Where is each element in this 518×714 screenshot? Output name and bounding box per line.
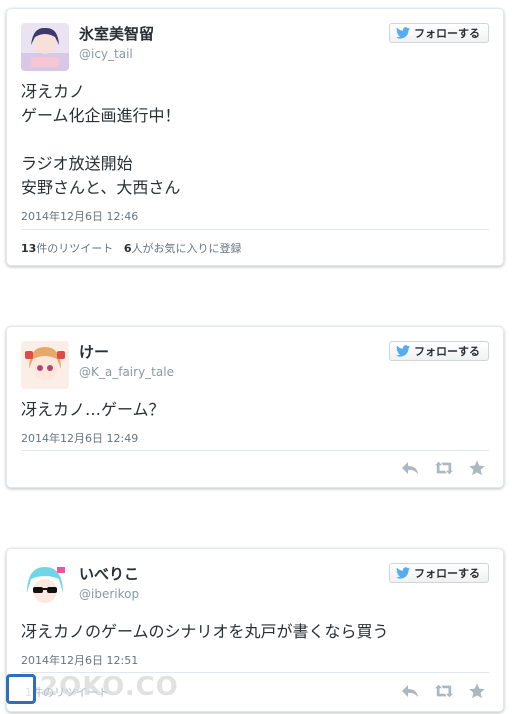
- retweet-icon[interactable]: [435, 460, 453, 476]
- follow-button[interactable]: フォローする: [389, 341, 489, 361]
- twitter-bird-icon: [396, 27, 410, 39]
- follow-button[interactable]: フォローする: [389, 23, 489, 43]
- tweet-text: 冴えカノ ゲーム化企画進行中！ ラジオ放送開始 安野さんと、大西さん: [21, 82, 181, 197]
- tweet-stats: 13件のリツイート 6人がお気に入りに登録: [21, 240, 241, 256]
- retweet-count-label: 件のリツイート: [36, 242, 114, 255]
- twitter-bird-icon: [396, 567, 410, 579]
- avatar[interactable]: [21, 23, 69, 71]
- timestamp[interactable]: 2014年12月6日 12:46: [21, 208, 138, 224]
- avatar[interactable]: [21, 563, 69, 611]
- retweet-count[interactable]: 13: [21, 242, 36, 255]
- watermark-logo: [6, 674, 36, 704]
- timestamp[interactable]: 2014年12月6日 12:51: [21, 652, 138, 668]
- watermark-text: 2OKO.CO: [40, 672, 179, 702]
- display-name[interactable]: けー: [79, 341, 109, 362]
- timestamp[interactable]: 2014年12月6日 12:49: [21, 430, 138, 446]
- follow-label: フォローする: [414, 567, 480, 580]
- divider: [21, 450, 489, 451]
- tweet-card-1: 氷室美智留 @icy_tail フォローする 冴えカノ ゲーム化企画進行中！ ラ…: [6, 8, 504, 266]
- tweet-card-2: けー @K_a_fairy_tale フォローする 冴えカノ…ゲーム？ 2014…: [6, 326, 504, 488]
- username[interactable]: @iberikop: [79, 587, 139, 601]
- tweet-text: 冴えカノのゲームのシナリオを丸戸が書くなら買う: [21, 622, 389, 641]
- follow-button[interactable]: フォローする: [389, 563, 489, 583]
- divider: [21, 229, 489, 230]
- tweet-actions: [401, 460, 487, 476]
- twitter-bird-icon: [396, 345, 410, 357]
- tweet-actions: [401, 683, 487, 699]
- display-name[interactable]: 氷室美智留: [79, 23, 154, 44]
- tweet-text: 冴えカノ…ゲーム？: [21, 400, 165, 419]
- username[interactable]: @K_a_fairy_tale: [79, 365, 174, 379]
- follow-label: フォローする: [414, 345, 480, 358]
- avatar[interactable]: [21, 341, 69, 389]
- display-name[interactable]: いべりこ: [79, 563, 139, 584]
- reply-icon[interactable]: [401, 460, 419, 476]
- favorite-star-icon[interactable]: [469, 683, 487, 699]
- favorite-star-icon[interactable]: [469, 460, 487, 476]
- favorite-count-label: 人がお気に入りに登録: [131, 242, 242, 255]
- retweet-icon[interactable]: [435, 683, 453, 699]
- reply-icon[interactable]: [401, 683, 419, 699]
- follow-label: フォローする: [414, 27, 480, 40]
- username[interactable]: @icy_tail: [79, 47, 133, 61]
